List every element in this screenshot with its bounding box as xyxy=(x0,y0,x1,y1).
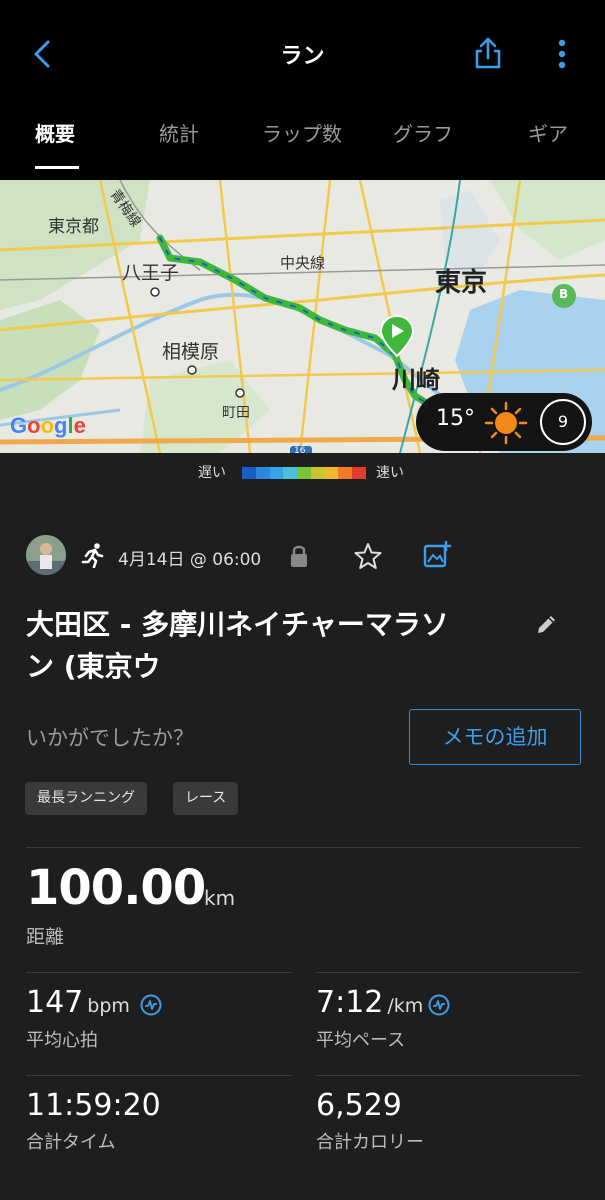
total-calories-label: 合計カロリー xyxy=(316,1132,424,1153)
avg-hr-label: 平均心拍 xyxy=(26,1030,98,1051)
avg-hr-stat: 147 bpm xyxy=(26,985,130,1020)
distance-unit: km xyxy=(204,886,236,910)
add-memo-button[interactable]: メモの追加 xyxy=(409,709,581,765)
map-label-hachioji: 八王子 xyxy=(122,262,180,284)
speed-color-swatch xyxy=(352,467,367,479)
add-photo-icon[interactable] xyxy=(422,540,452,570)
speed-color-swatch xyxy=(297,467,311,479)
distance-label: 距離 xyxy=(26,926,65,948)
divider xyxy=(316,972,581,973)
pace-info-icon[interactable] xyxy=(428,994,450,1016)
divider xyxy=(26,847,581,848)
tab-graphs[interactable]: グラフ xyxy=(393,118,453,147)
avatar[interactable] xyxy=(26,535,66,575)
avg-pace-label: 平均ペース xyxy=(316,1030,406,1051)
sun-icon xyxy=(484,401,528,445)
running-icon xyxy=(81,543,104,568)
speed-slow-label: 遅い xyxy=(198,465,226,481)
total-time-value: 11:59:20 xyxy=(26,1088,161,1123)
total-time-label: 合計タイム xyxy=(26,1132,116,1153)
speed-color-swatch xyxy=(338,467,353,479)
activity-datetime: 4月14日 @ 06:00 xyxy=(118,550,262,570)
more-options-icon[interactable] xyxy=(548,36,576,72)
temperature: 15° xyxy=(436,406,475,431)
page-title: ラン xyxy=(280,44,325,69)
map-label-tokyo: 東京 xyxy=(435,268,488,298)
heart-rate-info-icon[interactable] xyxy=(140,994,162,1016)
map-badge-b: B xyxy=(559,287,569,301)
map-label-chuo-line: 中央線 xyxy=(280,254,326,272)
tab-gear[interactable]: ギア xyxy=(528,118,568,147)
speed-color-swatch xyxy=(283,467,298,479)
divider xyxy=(316,1075,581,1076)
activity-title: 大田区 - 多摩川ネイチャーマラソン (東京ウ xyxy=(26,608,449,683)
top-bar: ラン 概要 統計 ラップ数 グラフ ギア xyxy=(0,0,605,180)
star-icon[interactable] xyxy=(354,542,382,570)
tab-overview[interactable]: 概要 xyxy=(35,118,75,147)
badge-longest-run: 最長ランニング xyxy=(25,782,147,815)
map-label-machida: 町田 xyxy=(222,405,250,421)
map-label-kawasaki: 川崎 xyxy=(392,366,440,394)
share-icon[interactable] xyxy=(472,34,504,72)
speed-fast-label: 速い xyxy=(376,465,404,481)
avg-hr-value: 147 xyxy=(26,985,84,1020)
avg-hr-unit: bpm xyxy=(87,995,130,1017)
map-route-number: 16 xyxy=(294,446,306,453)
divider xyxy=(26,1075,291,1076)
map-label-tokyo-to: 東京都 xyxy=(48,217,99,237)
speed-color-swatch xyxy=(242,467,256,479)
speed-legend: 遅い 速い xyxy=(0,458,605,488)
distance-value: 100.00 xyxy=(26,860,206,916)
speed-color-swatch xyxy=(269,467,284,479)
badge-race: レース xyxy=(173,782,239,815)
tab-bar: 概要 統計 ラップ数 グラフ ギア xyxy=(0,110,605,170)
avg-pace-value: 7:12 xyxy=(316,985,384,1020)
avg-pace-unit: /km xyxy=(387,995,424,1017)
speed-color-swatch xyxy=(324,467,339,479)
speed-color-bar xyxy=(242,467,367,479)
weather-widget: 15° 9 xyxy=(416,393,592,451)
avg-pace-stat: 7:12/km xyxy=(316,985,423,1020)
divider xyxy=(26,972,291,973)
edit-pencil-icon[interactable] xyxy=(535,612,559,636)
speed-color-swatch xyxy=(310,467,325,479)
how-was-it-prompt: いかがでしたか？ xyxy=(26,726,194,750)
total-calories-value: 6,529 xyxy=(316,1088,402,1123)
wind-speed: 9 xyxy=(540,399,586,445)
google-logo: Google xyxy=(10,413,86,438)
lock-icon[interactable] xyxy=(288,543,310,569)
tab-stats[interactable]: 統計 xyxy=(159,118,199,147)
speed-color-swatch xyxy=(255,467,270,479)
active-tab-indicator xyxy=(35,166,79,169)
map-label-sagamihara: 相模原 xyxy=(162,341,220,363)
tab-laps[interactable]: ラップ数 xyxy=(262,118,342,147)
